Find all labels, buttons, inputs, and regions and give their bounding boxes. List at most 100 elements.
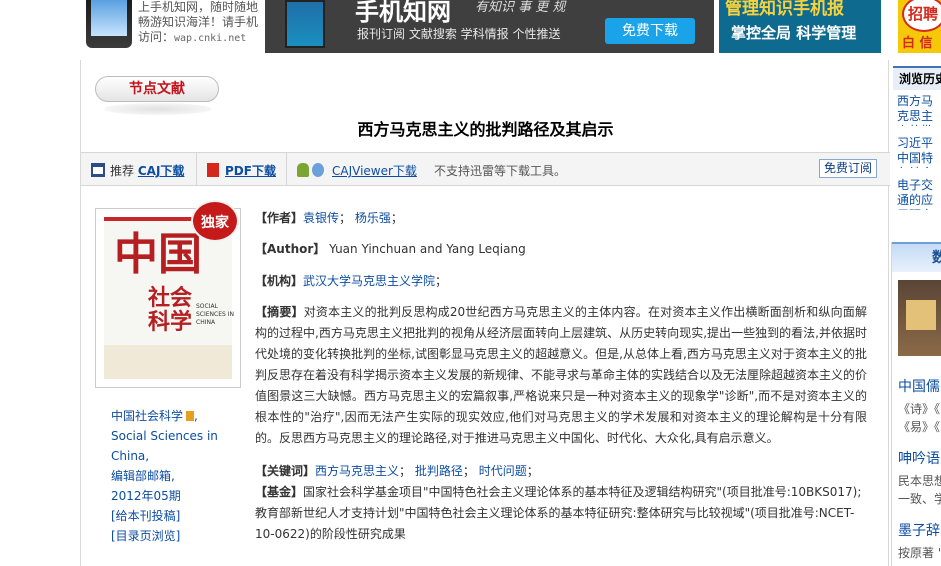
fund-text: 国家社会科学基金项目"中国特色社会主义理论体系的基本特征及逻辑结构研究"(项目批…	[255, 485, 862, 541]
journal-en-1[interactable]: Social Sciences in	[111, 426, 251, 446]
digital-books-header: 数	[892, 242, 941, 272]
book-desc: 《易》《	[898, 420, 941, 434]
cover-english: SOCIAL SCIENCES IN CHINA	[196, 303, 235, 326]
keyword-sep: ；	[399, 464, 412, 478]
book-thumbnail[interactable]	[898, 280, 941, 356]
top-banner: 上手机知网，随时随地 畅游知识海洋！请手机 访问：wap.cnki.net 手机…	[0, 0, 941, 56]
keyword-link[interactable]: 时代问题	[479, 464, 527, 478]
article-title: 西方马克思主义的批判路径及其启示	[357, 120, 614, 139]
authors-row: 【作者】袁银传； 杨乐强；	[255, 208, 867, 229]
android-icon	[297, 163, 309, 177]
journal-en-2-line: China,	[111, 446, 251, 466]
author-label: 【作者】	[255, 211, 304, 225]
pdf-download-group: PDF下载	[207, 162, 276, 179]
keyword-link[interactable]: 批判路径	[415, 464, 463, 478]
phone-ad-line-1: 上手机知网，随时随地	[138, 0, 259, 14]
medal-icon	[186, 411, 195, 421]
pdf-icon	[207, 163, 219, 177]
author-en-row: 【Author】 Yuan Yinchuan and Yang Leqiang	[255, 239, 867, 260]
keyword-sep: ；	[462, 464, 475, 478]
journal-suffix: ,	[194, 409, 198, 423]
phone-ad-url: wap.cnki.net	[174, 33, 247, 44]
recruit-ad[interactable]: 招聘 白 信	[898, 0, 941, 53]
institution-row: 【机构】武汉大学马克思主义学院；	[255, 271, 867, 292]
main-panel: 节点文献 西方马克思主义的批判路径及其启示 推荐 CAJ下载 PDF下载 CAJ…	[80, 60, 890, 566]
pdf-download-link[interactable]: PDF下载	[225, 164, 276, 178]
phone-ad-line-3: 访问：wap.cnki.net	[138, 30, 247, 44]
mobile-zhiwang-ad[interactable]: 手机知网 有知识 事 更 规 报刊订阅 文献搜索 学科情报 个性推送 免费下载	[265, 0, 714, 53]
abstract-text: 对资本主义的批判反思构成20世纪西方马克思主义的主体内容。在对资本主义作出横断面…	[255, 305, 868, 445]
right-sidebar: 浏览历史 西方马克思主义的批判路径及其启示 习近平中国特色社会主义思想研究 电子…	[891, 62, 941, 566]
journal-en-2[interactable]: China	[111, 449, 145, 463]
history-link[interactable]: 西方马克思主义的批判路径及其启示	[897, 94, 941, 126]
fund-row: 【基金】国家社会科学基金项目"中国特色社会主义理论体系的基本特征及逻辑结构研究"…	[255, 482, 867, 545]
book-title-link[interactable]: 呻吟语	[898, 450, 941, 468]
cover-subtitle: 社会 科学	[148, 286, 193, 335]
free-download-button[interactable]: 免费下载	[605, 18, 695, 44]
institution-sep: ；	[435, 274, 448, 288]
mobile-cnki-ad[interactable]: 上手机知网，随时随地 畅游知识海洋！请手机 访问：wap.cnki.net	[80, 0, 264, 54]
exclusive-badge: 独家	[191, 200, 239, 242]
browse-history-header: 浏览历史	[893, 66, 941, 90]
abstract-label: 【摘要】	[255, 305, 304, 319]
fund-label: 【基金】	[255, 485, 304, 499]
author-link[interactable]: 袁银传	[303, 211, 339, 225]
journal-issue-link[interactable]: 2012年05期	[111, 486, 251, 506]
caj-download-group: 推荐 CAJ下载	[91, 162, 184, 179]
cover-title: 中国	[114, 229, 202, 280]
caj-download-link[interactable]: CAJ下载	[138, 164, 185, 178]
app-screenshot	[285, 0, 325, 48]
history-link[interactable]: 习近平中国特色社会主义思想研究	[897, 136, 941, 168]
caj-icon	[91, 163, 105, 177]
author-en: Yuan Yinchuan and Yang Leqiang	[329, 242, 526, 256]
book-title-link[interactable]: 中国儒	[898, 378, 941, 396]
author-link[interactable]: 杨乐强	[355, 211, 391, 225]
author-en-label: 【Author】	[255, 242, 326, 256]
submit-manuscript-link[interactable]: [给本刊投稿]	[111, 506, 251, 526]
digital-books-box: 数 中国儒 《诗》《 《易》《 呻吟语 民本思想 一致、学 墨子辞 按原著 "	[891, 242, 941, 566]
ad-brand: 手机知网	[355, 0, 451, 26]
recommend-label: 推荐	[110, 164, 135, 178]
abstract-row: 【摘要】对资本主义的批判反思构成20世纪西方马克思主义的主体内容。在对资本主义作…	[255, 302, 867, 449]
toolbar-divider	[286, 153, 287, 185]
history-link[interactable]: 电子交通的应用研究	[897, 178, 941, 210]
ad-right-subtitle: 掌控全局 科学管理	[731, 24, 857, 42]
editorial-email-link[interactable]: 编辑部邮箱,	[111, 466, 251, 486]
book-desc: 一致、学	[898, 492, 941, 506]
toc-browse-link[interactable]: [目录页浏览]	[111, 526, 251, 546]
book-title-link[interactable]: 墨子辞	[898, 522, 941, 540]
journal-name-link[interactable]: 中国社会科学	[111, 409, 183, 423]
author-sep: ；	[390, 211, 403, 225]
journal-info: 中国社会科学, Social Sciences in China, 编辑部邮箱,…	[111, 406, 251, 546]
management-news-ad[interactable]: 管理知识手机报 掌控全局 科学管理	[719, 0, 881, 53]
apple-icon	[312, 163, 324, 177]
journal-name-line: 中国社会科学,	[111, 406, 251, 426]
toolbar-divider	[196, 153, 197, 185]
author-sep: ；	[339, 211, 352, 225]
ad-slogan: 有知识 事 更 规	[475, 0, 566, 15]
recruit-sub: 白 信	[902, 36, 933, 51]
keyword-sep: ；	[526, 464, 539, 478]
free-subscribe-button[interactable]: 免费订阅	[819, 159, 878, 178]
keyword-link[interactable]: 西方马克思主义	[315, 464, 399, 478]
phone-ad-text: 上手机知网，随时随地 畅游知识海洋！请手机 访问：wap.cnki.net	[138, 0, 264, 46]
download-toolbar: 推荐 CAJ下载 PDF下载 CAJViewer下载 不支持迅雷等下载工具。 免…	[81, 152, 890, 186]
book-desc: 《诗》《	[898, 402, 941, 416]
ad-features: 报刊订阅 文献搜索 学科情报 个性推送	[357, 27, 561, 41]
ad-right-title: 管理知识手机报	[725, 0, 844, 19]
keywords-row: 【关键词】西方马克思主义； 批判路径； 时代问题；	[255, 461, 867, 482]
download-notice: 不支持迅雷等下载工具。	[434, 164, 567, 178]
node-document-label: 节点文献	[95, 76, 219, 115]
keywords-label: 【关键词】	[255, 464, 316, 478]
book-desc: 按原著 "	[898, 546, 941, 560]
cover-bottom	[104, 345, 232, 379]
phone-ad-line-2: 畅游知识海洋！请手机	[138, 15, 259, 29]
book-desc: 民本思想	[898, 474, 941, 488]
cajviewer-group: CAJViewer下载	[297, 162, 417, 179]
institution-link[interactable]: 武汉大学马克思主义学院	[303, 274, 435, 288]
cajviewer-download-link[interactable]: CAJViewer下载	[332, 164, 417, 178]
journal-separator: ,	[145, 449, 150, 463]
phone-image	[86, 0, 132, 48]
institution-label: 【机构】	[255, 274, 304, 288]
recruit-badge: 招聘	[902, 0, 941, 32]
